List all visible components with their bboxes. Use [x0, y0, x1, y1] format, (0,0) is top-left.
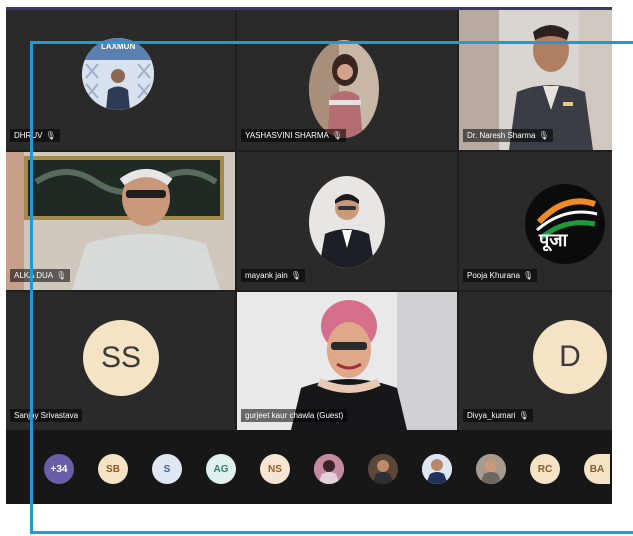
highlight-frame-left	[30, 41, 33, 534]
participant-tile-mayank-jain[interactable]: mayank jain 🎙︎	[237, 152, 457, 290]
participant-strip: +34 SB S AG NS RC BA	[6, 430, 612, 504]
participant-name: Pooja Khurana 🎙︎	[463, 269, 538, 282]
participant-tile-yashasvini-sharma[interactable]: YASHASVINI SHARMA 🎙︎	[237, 10, 457, 150]
initials-avatar: D	[533, 320, 607, 394]
participant-name: ALKA DUA 🎙︎	[10, 269, 71, 282]
mic-muted-icon: 🎙︎	[290, 271, 301, 280]
highlight-frame-bottom	[30, 531, 633, 534]
participant-photo-avatar[interactable]	[422, 454, 452, 484]
participant-tile-sanjay-srivastava[interactable]: SS Sanjay Srivastava	[6, 292, 235, 430]
participant-photo-avatar[interactable]	[314, 454, 344, 484]
participant-name: DHRUV 🎙︎	[10, 129, 60, 142]
top-strip	[0, 0, 633, 10]
participant-grid: LAXMUN DHRUV 🎙︎ YASHASVINI SHARMA 🎙︎ Dr.…	[6, 10, 612, 430]
mic-muted-icon: 🎙︎	[56, 271, 67, 280]
participant-tile-pooja-khurana[interactable]: पूजा Pooja Khurana 🎙︎	[459, 152, 612, 290]
profile-logo: पूजा	[525, 184, 605, 264]
participant-photo-avatar[interactable]	[368, 454, 398, 484]
participant-tile-dhruv[interactable]: LAXMUN DHRUV 🎙︎	[6, 10, 235, 150]
participant-photo-avatar[interactable]	[476, 454, 506, 484]
participant-avatar[interactable]: NS	[260, 454, 290, 484]
mic-muted-icon: 🎙︎	[331, 131, 343, 140]
participant-name: Dr. Naresh Sharma 🎙︎	[463, 129, 553, 142]
participant-tile-alka-dua[interactable]: ALKA DUA 🎙︎	[6, 152, 235, 290]
participant-name: Sanjay Srivastava	[10, 409, 83, 422]
participant-avatar[interactable]: RC	[530, 454, 560, 484]
participant-avatar[interactable]: SB	[98, 454, 128, 484]
participant-tile-naresh-sharma[interactable]: Dr. Naresh Sharma 🎙︎	[459, 10, 612, 150]
initials-avatar: SS	[83, 320, 159, 396]
profile-photo	[309, 40, 379, 138]
mic-muted-icon: 🎙︎	[522, 271, 534, 280]
participant-tile-gurjeet-kaur-chawla[interactable]: gurjeet kaur chawla (Guest)	[237, 292, 457, 430]
participant-name: mayank jain 🎙︎	[241, 269, 305, 282]
participant-avatar[interactable]: AG	[206, 454, 236, 484]
more-participants-button[interactable]: +34	[44, 454, 74, 484]
mic-muted-icon: 🎙︎	[45, 131, 56, 140]
highlight-frame-top	[30, 41, 633, 44]
participant-name: YASHASVINI SHARMA 🎙︎	[241, 129, 347, 142]
mic-muted-icon: 🎙︎	[538, 131, 549, 140]
participant-avatar[interactable]: S	[152, 454, 182, 484]
participant-name: Divya_kumari 🎙︎	[463, 409, 533, 422]
profile-photo	[309, 176, 385, 268]
participant-tile-divya-kumari[interactable]: D Divya_kumari 🎙︎	[459, 292, 612, 430]
participant-name: gurjeet kaur chawla (Guest)	[241, 409, 348, 422]
meeting-window: LAXMUN DHRUV 🎙︎ YASHASVINI SHARMA 🎙︎ Dr.…	[6, 10, 612, 504]
mic-muted-icon: 🎙︎	[518, 411, 529, 420]
logo-text: पूजा	[539, 230, 568, 250]
participant-avatar[interactable]: BA	[584, 454, 610, 484]
